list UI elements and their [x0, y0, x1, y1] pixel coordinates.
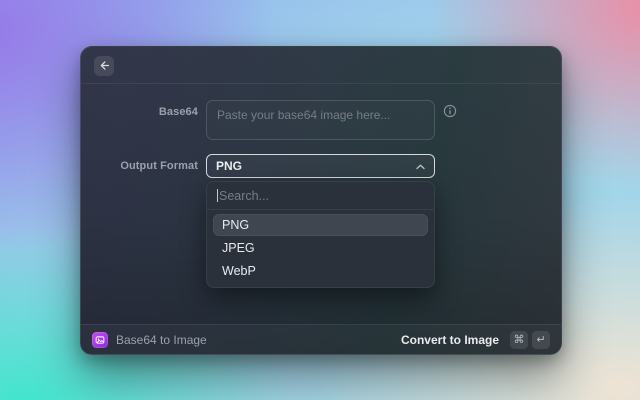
- dropdown-option-label: WebP: [222, 264, 256, 278]
- window-header: [81, 47, 561, 84]
- app-icon: [92, 332, 108, 348]
- dropdown-option-png[interactable]: PNG: [213, 214, 428, 236]
- command-key-icon[interactable]: ⌘: [510, 331, 528, 349]
- app-title: Base64 to Image: [116, 333, 207, 347]
- dropdown-search-input[interactable]: Search...: [207, 182, 434, 210]
- action-bar: Base64 to Image Convert to Image ⌘ ↵: [81, 324, 561, 354]
- base64-input[interactable]: Paste your base64 image here...: [206, 100, 435, 140]
- dropdown-option-label: JPEG: [222, 241, 255, 255]
- dropdown-option-jpeg[interactable]: JPEG: [213, 237, 428, 259]
- base64-input-placeholder: Paste your base64 image here...: [217, 108, 390, 122]
- base64-label: Base64: [81, 106, 198, 118]
- dropdown-option-list: PNG JPEG WebP: [207, 210, 434, 282]
- dropdown-search-placeholder: Search...: [219, 189, 269, 203]
- output-format-select[interactable]: PNG: [206, 154, 435, 178]
- primary-action-label[interactable]: Convert to Image: [401, 333, 499, 347]
- desktop-background: Base64 Paste your base64 image here... O…: [0, 0, 640, 400]
- chevron-up-icon: [416, 159, 425, 173]
- app-window: Base64 Paste your base64 image here... O…: [80, 46, 562, 355]
- text-caret: [217, 189, 218, 202]
- dropdown-option-webp[interactable]: WebP: [213, 260, 428, 282]
- output-format-value: PNG: [216, 159, 242, 173]
- back-button[interactable]: [94, 56, 114, 76]
- format-dropdown: Search... PNG JPEG WebP: [206, 181, 435, 288]
- action-bar-right: Convert to Image ⌘ ↵: [401, 331, 550, 349]
- back-arrow-icon: [99, 59, 110, 74]
- dropdown-option-label: PNG: [222, 218, 249, 232]
- info-icon[interactable]: [443, 104, 457, 118]
- action-bar-left: Base64 to Image: [92, 332, 207, 348]
- return-key-icon[interactable]: ↵: [532, 331, 550, 349]
- output-format-label: Output Format: [81, 160, 198, 172]
